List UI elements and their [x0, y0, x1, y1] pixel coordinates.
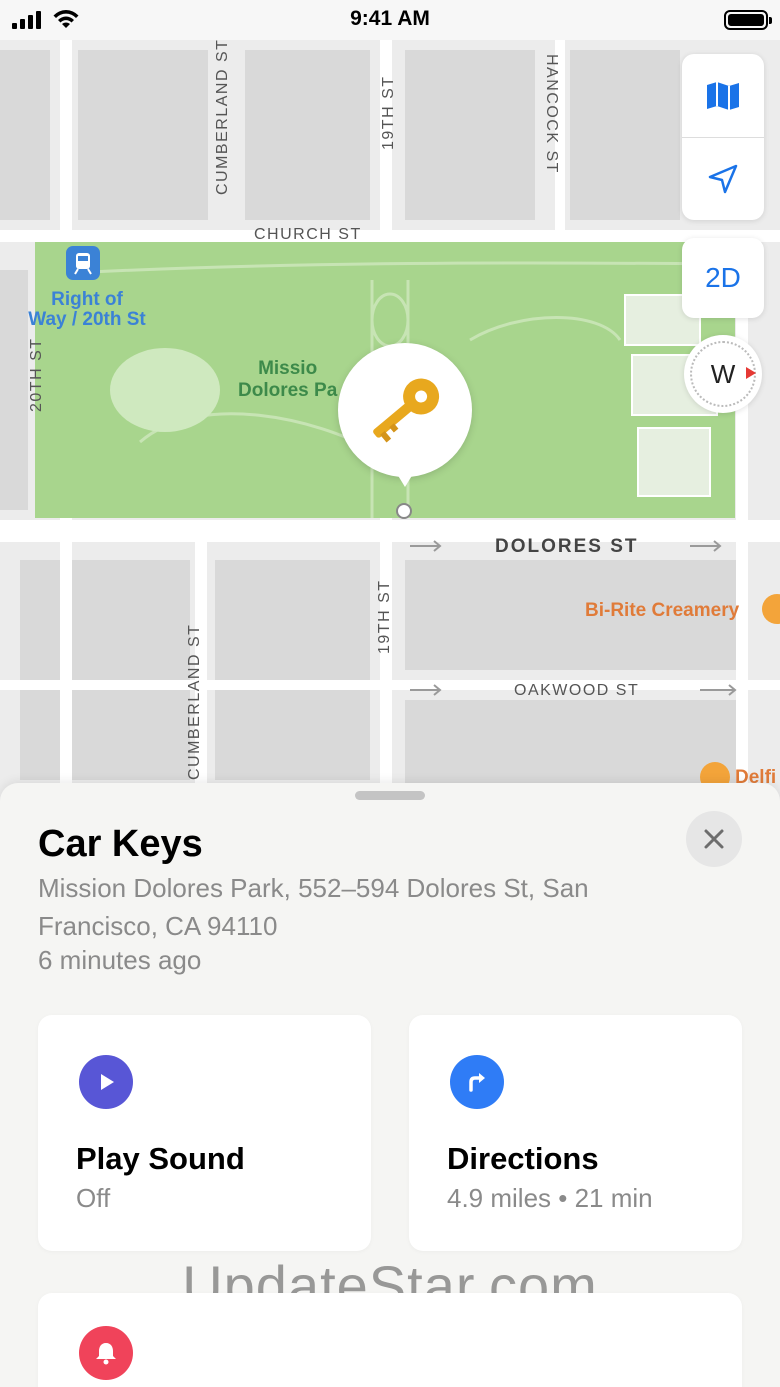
map-icon [707, 81, 739, 110]
park-label[interactable]: Missio Dolores Pa [238, 358, 337, 402]
play-sound-status: Off [76, 1183, 111, 1213]
2d-toggle-button[interactable]: 2D [682, 238, 764, 318]
street-label-cumberland-top: CUMBERLAND ST [214, 40, 231, 195]
item-address: Mission Dolores Park, 552–594 Dolores St… [38, 873, 589, 941]
play-sound-title: Play Sound [76, 1141, 245, 1176]
sheet-grabber[interactable] [355, 791, 425, 800]
poi-bi-rite-creamery[interactable]: Bi-Rite Creamery [585, 600, 739, 622]
street-label-hancock: HANCOCK ST [543, 54, 560, 174]
compass-heading: W [710, 358, 736, 389]
street-label-church: CHURCH ST [254, 226, 362, 243]
directions-icon [450, 1055, 504, 1109]
notifications-card[interactable] [38, 1293, 742, 1387]
item-detail-sheet: Car Keys Mission Dolores Park, 552–594 D… [0, 783, 780, 1387]
street-label-cumberland-bottom: CUMBERLAND ST [186, 623, 203, 780]
current-location-button[interactable] [682, 137, 764, 220]
compass-arrow-icon [746, 367, 756, 379]
directions-summary: 4.9 miles • 21 min [447, 1183, 653, 1213]
bell-icon [79, 1326, 133, 1380]
item-location-pin[interactable] [338, 343, 472, 487]
location-arrow-icon [708, 164, 738, 194]
status-bar: 9:41 AM [0, 0, 780, 40]
location-dot [396, 503, 412, 519]
map-mode-button[interactable] [682, 54, 764, 137]
map-view[interactable]: CUMBERLAND ST 19TH ST HANCOCK ST CHURCH … [0, 40, 780, 800]
street-label-19th-top: 19TH ST [380, 75, 397, 150]
key-icon [373, 378, 440, 443]
close-icon [704, 829, 724, 849]
status-time: 9:41 AM [350, 7, 430, 30]
play-sound-card[interactable]: Play Sound Off [38, 1015, 371, 1251]
compass-button[interactable]: W [684, 335, 762, 413]
park-label-line2: Dolores Pa [238, 380, 338, 401]
play-icon [79, 1055, 133, 1109]
directions-card[interactable]: Directions 4.9 miles • 21 min [409, 1015, 742, 1251]
street-label-dolores: DOLORES ST [495, 536, 639, 557]
transit-stop-label-line2: Way / 20th St [28, 309, 146, 330]
street-label-oakwood: OAKWOOD ST [514, 682, 640, 699]
street-label-19th-bottom: 19TH ST [376, 579, 393, 654]
transit-stop-label[interactable]: Right of Way / 20th St [17, 290, 157, 330]
transit-stop-label-line1: Right of [51, 289, 123, 310]
map-controls [682, 54, 764, 220]
close-button[interactable] [686, 811, 742, 867]
tram-icon[interactable] [66, 246, 100, 280]
battery-icon [724, 10, 772, 30]
item-title: Car Keys [38, 823, 203, 865]
street-label-20th: 20TH ST [28, 337, 45, 412]
last-seen-time: 6 minutes ago [38, 945, 202, 975]
park-label-line1: Missio [258, 358, 318, 379]
directions-title: Directions [447, 1141, 599, 1176]
